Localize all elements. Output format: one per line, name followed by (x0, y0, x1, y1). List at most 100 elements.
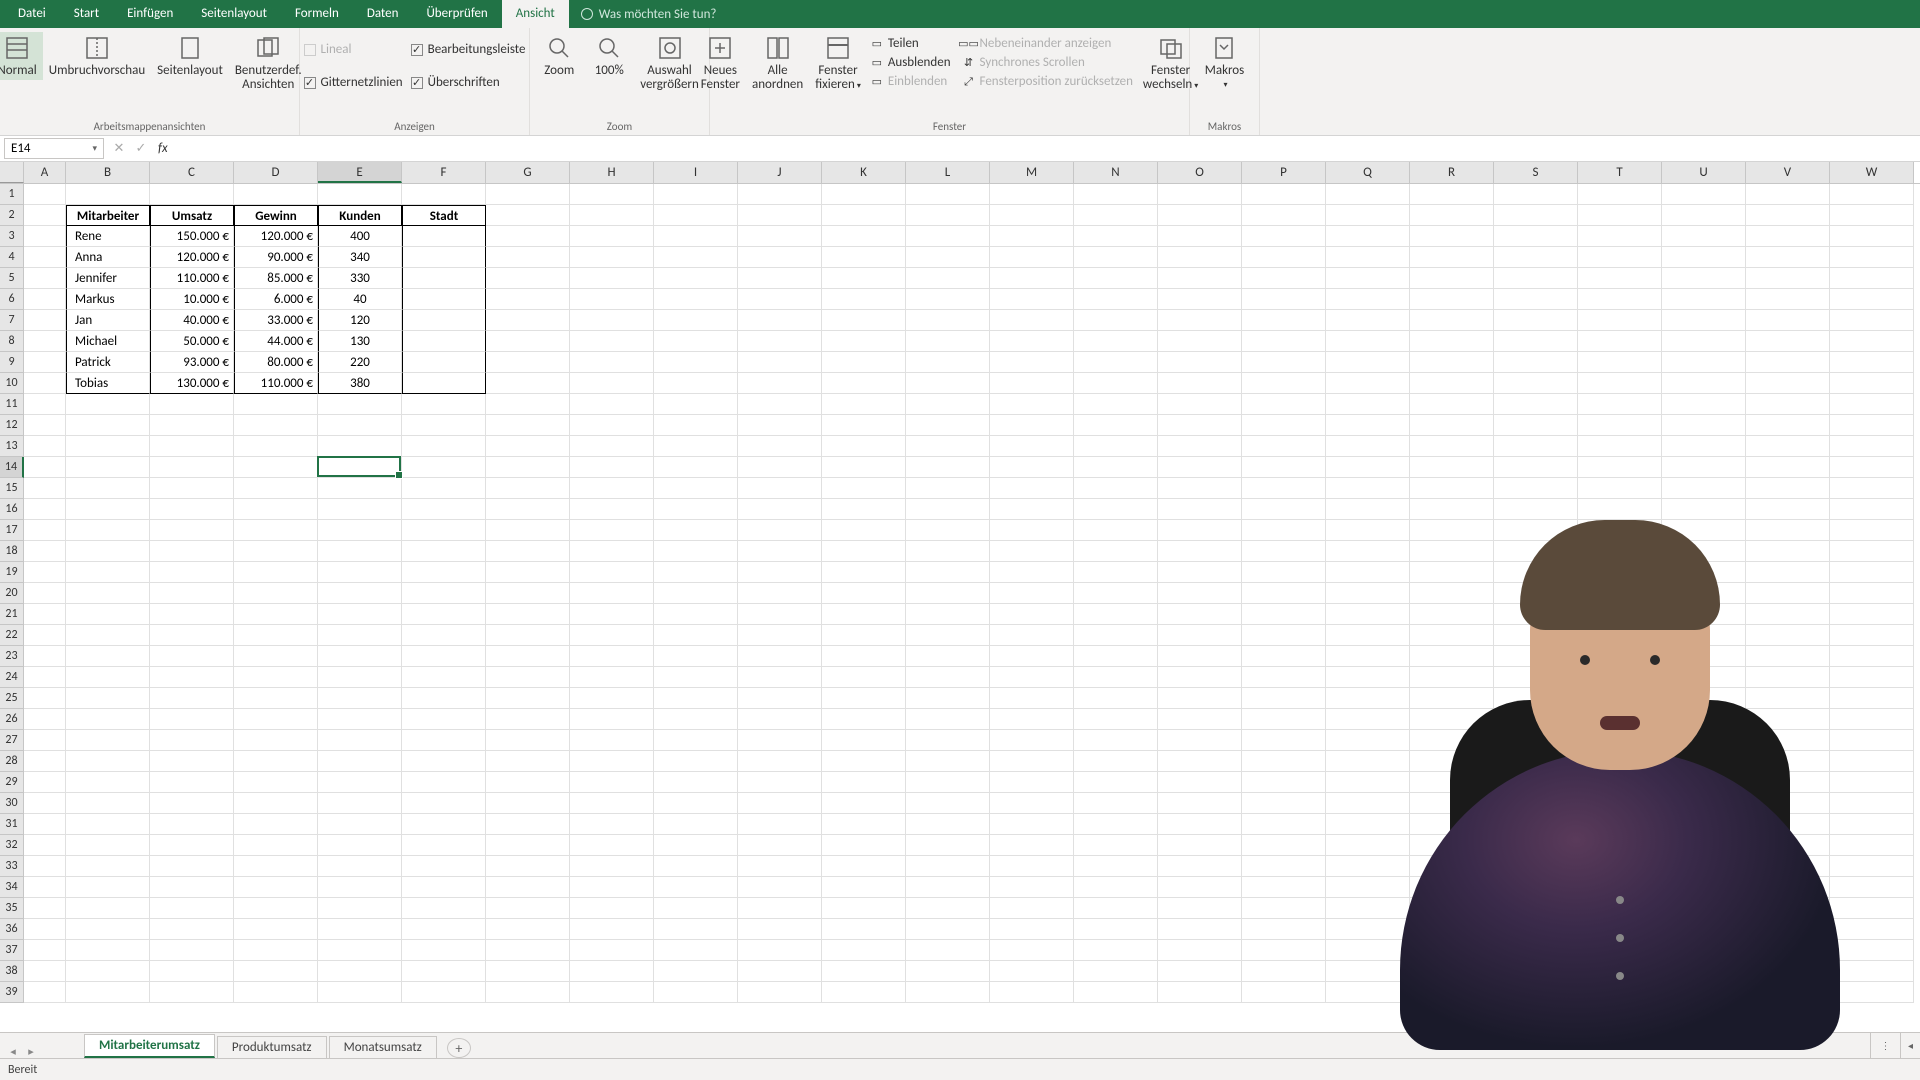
cell[interactable] (234, 562, 318, 583)
cell[interactable] (1578, 352, 1662, 373)
cell[interactable] (234, 457, 318, 478)
cell[interactable] (150, 940, 234, 961)
cell[interactable] (66, 940, 150, 961)
cell[interactable] (1746, 688, 1830, 709)
cell[interactable] (822, 562, 906, 583)
cell[interactable] (486, 961, 570, 982)
cell[interactable] (486, 625, 570, 646)
cell[interactable] (1326, 667, 1410, 688)
cell[interactable] (1326, 772, 1410, 793)
cell[interactable] (1662, 289, 1746, 310)
cell[interactable] (1158, 499, 1242, 520)
cell[interactable] (1410, 352, 1494, 373)
cell[interactable] (234, 919, 318, 940)
cell[interactable] (1326, 583, 1410, 604)
cell[interactable] (1578, 646, 1662, 667)
cell[interactable]: Gewinn (234, 205, 318, 226)
row-header[interactable]: 30 (0, 793, 24, 814)
cell[interactable] (990, 289, 1074, 310)
cell[interactable] (1242, 310, 1326, 331)
cell[interactable] (1494, 877, 1578, 898)
cell[interactable] (1158, 751, 1242, 772)
cell[interactable] (1746, 961, 1830, 982)
cell[interactable] (318, 898, 402, 919)
cell[interactable] (1326, 268, 1410, 289)
cell[interactable] (1158, 646, 1242, 667)
cell[interactable] (1746, 268, 1830, 289)
column-header[interactable]: M (990, 162, 1074, 183)
cell[interactable] (1578, 667, 1662, 688)
cell[interactable] (1410, 919, 1494, 940)
cell[interactable] (1830, 751, 1914, 772)
hide-button[interactable]: ▭Ausblenden (867, 53, 955, 72)
cell[interactable] (1578, 835, 1662, 856)
cell[interactable] (1662, 415, 1746, 436)
cell[interactable] (738, 205, 822, 226)
cell[interactable] (150, 730, 234, 751)
cell[interactable] (1074, 940, 1158, 961)
cell[interactable] (990, 562, 1074, 583)
column-header[interactable]: W (1830, 162, 1914, 183)
cell[interactable] (1494, 940, 1578, 961)
cell[interactable] (1830, 205, 1914, 226)
cell[interactable] (318, 814, 402, 835)
cell[interactable] (234, 394, 318, 415)
cell[interactable] (1410, 730, 1494, 751)
cell[interactable] (1746, 394, 1830, 415)
column-header[interactable]: D (234, 162, 318, 183)
cell[interactable] (150, 856, 234, 877)
fx-icon[interactable]: fx (152, 141, 174, 156)
cell[interactable] (1746, 919, 1830, 940)
headings-checkbox[interactable]: ✓Überschriften (407, 73, 530, 92)
row-header[interactable]: 26 (0, 709, 24, 730)
cell[interactable] (318, 730, 402, 751)
cell[interactable] (1326, 226, 1410, 247)
cell[interactable] (234, 730, 318, 751)
cell[interactable] (1326, 646, 1410, 667)
cell[interactable] (654, 688, 738, 709)
arrange-all-button[interactable]: Alle anordnen (746, 32, 809, 94)
cell[interactable] (738, 646, 822, 667)
cell[interactable] (66, 877, 150, 898)
cell[interactable] (1830, 709, 1914, 730)
row-header[interactable]: 39 (0, 982, 24, 1003)
cell[interactable] (1242, 331, 1326, 352)
cell[interactable] (738, 562, 822, 583)
cell[interactable] (654, 268, 738, 289)
row-header[interactable]: 35 (0, 898, 24, 919)
sheet-nav-last-icon[interactable]: ▸ (22, 1045, 40, 1058)
cell[interactable] (24, 352, 66, 373)
cell[interactable] (990, 940, 1074, 961)
cell[interactable] (570, 541, 654, 562)
column-header[interactable]: B (66, 162, 150, 183)
cell[interactable] (1242, 541, 1326, 562)
cell[interactable] (570, 331, 654, 352)
cell[interactable] (570, 436, 654, 457)
cell[interactable] (1494, 982, 1578, 1003)
cell[interactable] (66, 562, 150, 583)
cell[interactable] (1242, 457, 1326, 478)
cell[interactable] (1158, 205, 1242, 226)
cell[interactable] (1326, 877, 1410, 898)
cell[interactable] (66, 478, 150, 499)
cell[interactable] (318, 688, 402, 709)
cell[interactable] (1074, 331, 1158, 352)
cell[interactable] (1746, 625, 1830, 646)
cell[interactable] (1494, 352, 1578, 373)
cell[interactable] (906, 667, 990, 688)
row-header[interactable]: 38 (0, 961, 24, 982)
cell[interactable]: 40.000 € (150, 310, 234, 331)
cell[interactable] (1074, 898, 1158, 919)
cell[interactable] (486, 877, 570, 898)
cell[interactable] (906, 247, 990, 268)
cell[interactable] (738, 247, 822, 268)
cell[interactable] (24, 961, 66, 982)
column-header[interactable]: S (1494, 162, 1578, 183)
cell[interactable] (570, 835, 654, 856)
cell[interactable] (1410, 604, 1494, 625)
cell[interactable] (990, 499, 1074, 520)
cell[interactable] (24, 982, 66, 1003)
cell[interactable] (1242, 184, 1326, 205)
cell[interactable] (1410, 499, 1494, 520)
cell[interactable] (1410, 268, 1494, 289)
